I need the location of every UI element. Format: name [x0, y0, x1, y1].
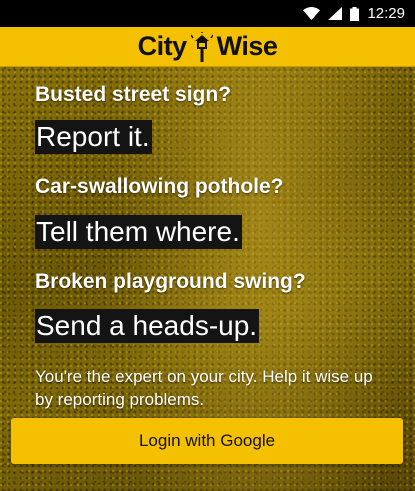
prompt-question-2: Car-swallowing pothole?	[35, 175, 284, 198]
prompt-action-1: Report it.	[35, 120, 152, 154]
app-header: City Wise	[0, 27, 415, 67]
hero-section: Busted street sign? Report it. Car-swall…	[0, 67, 415, 491]
wifi-icon	[303, 7, 321, 20]
logo-text-right: Wise	[216, 31, 278, 61]
logo-text-left: City	[137, 31, 188, 61]
prompt-question-3: Broken playground swing?	[35, 270, 306, 293]
intro-text: You're the expert on your city. Help it …	[35, 367, 373, 409]
prompt-question-1: Busted street sign?	[35, 83, 232, 106]
status-bar: 12:29	[0, 0, 415, 27]
battery-icon	[350, 6, 360, 21]
cell-signal-icon	[328, 7, 343, 20]
prompt-action-2: Tell them where.	[35, 215, 242, 249]
status-time: 12:29	[367, 5, 405, 22]
login-with-google-button[interactable]: Login with Google	[11, 418, 403, 464]
prompt-action-3: Send a heads-up.	[35, 309, 260, 343]
app-screen: 12:29 City Wise Busted street sign? Repo…	[0, 0, 415, 491]
street-lamp-icon	[190, 31, 213, 62]
app-logo: City Wise	[138, 31, 278, 62]
